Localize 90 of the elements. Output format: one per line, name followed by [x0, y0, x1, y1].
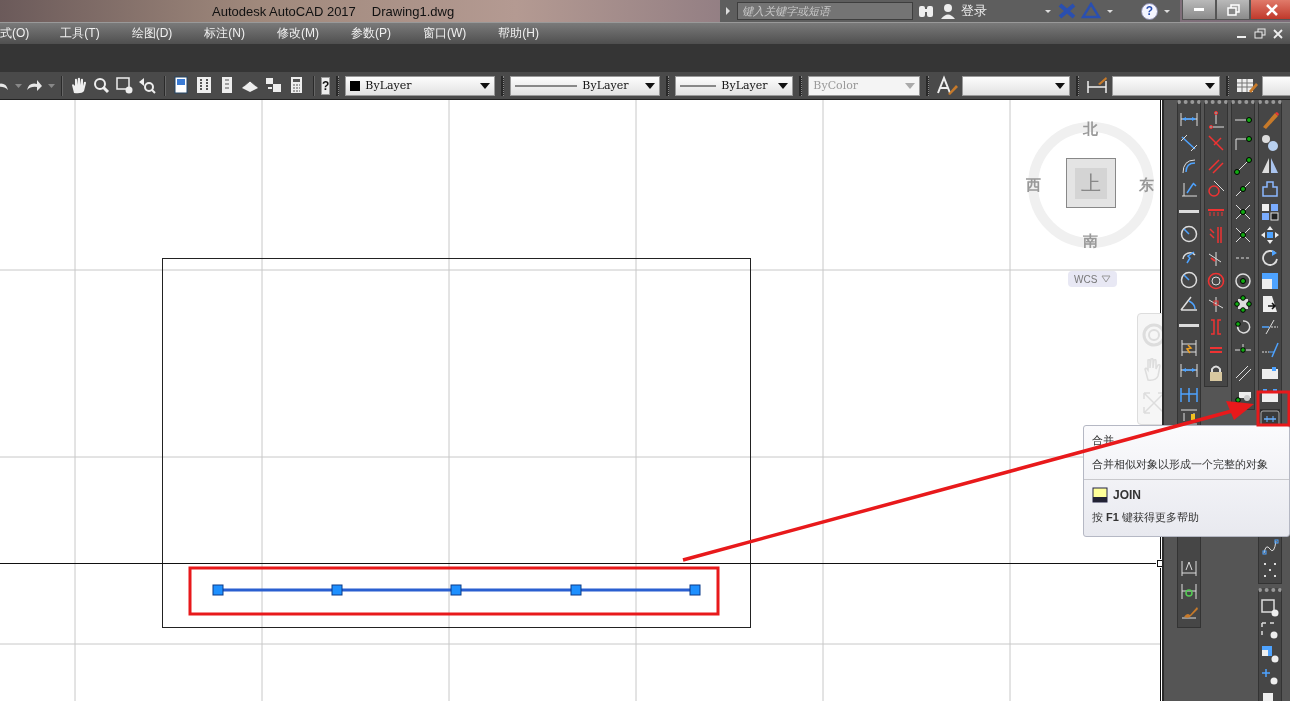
document-name: Drawing1.dwg: [371, 3, 455, 19]
mirror-icon[interactable]: [1260, 156, 1280, 176]
object-snap-icon[interactable]: [1233, 156, 1253, 176]
object-snap-icon[interactable]: [1233, 271, 1253, 291]
baseline-dimension-icon[interactable]: [1179, 338, 1199, 358]
caret-icon: [645, 81, 656, 90]
rotate-icon[interactable]: [1260, 248, 1280, 268]
menu-item[interactable]: 修改(M): [270, 25, 326, 42]
close-icon[interactable]: [1266, 3, 1278, 16]
caret-icon: [778, 81, 789, 90]
menu-item[interactable]: 标注(N): [197, 25, 252, 42]
grip[interactable]: [212, 584, 224, 596]
caret-icon: [905, 81, 916, 90]
move-icon[interactable]: [1260, 225, 1280, 245]
separator-bar: [1179, 324, 1199, 327]
text-style-icon[interactable]: [935, 74, 960, 97]
array-icon[interactable]: [1260, 202, 1280, 222]
stretch-icon[interactable]: [1260, 294, 1280, 314]
circle-dimension-icon[interactable]: [1179, 224, 1199, 244]
window-title: Autodesk AutoCAD 2017: [212, 3, 356, 19]
zoom-extents-icon[interactable]: [1260, 621, 1280, 641]
dropdown[interactable]: ByLayer: [510, 75, 661, 96]
close-icon[interactable]: [1272, 26, 1284, 41]
dropdown[interactable]: ByLayer: [345, 75, 496, 96]
caret-icon: [1205, 81, 1216, 90]
pencil-icon[interactable]: [1260, 110, 1280, 130]
zoom-window-icon[interactable]: [1260, 598, 1280, 618]
dropdown[interactable]: ByLayer: [675, 75, 794, 96]
command-name: JOIN: [1113, 488, 1141, 502]
sign-in-link[interactable]: 登录: [961, 2, 987, 20]
highlight-frame: [1256, 390, 1290, 427]
zoom-previous-icon[interactable]: [138, 75, 158, 96]
dropdown[interactable]: [1112, 75, 1221, 96]
zoom-center-icon[interactable]: [1260, 667, 1280, 687]
caret-icon[interactable]: [15, 83, 22, 88]
tooltip-description: 合并相似对象以形成一个完整的对象: [1092, 457, 1269, 472]
help-button[interactable]: ?: [1141, 2, 1158, 20]
copy-icon[interactable]: [1260, 133, 1280, 153]
trim-icon[interactable]: [1260, 317, 1280, 337]
menu-item[interactable]: 窗口(W): [416, 25, 474, 42]
snap-endpoint-icon[interactable]: [1206, 110, 1226, 130]
color-swatch: [350, 80, 361, 91]
menu-item[interactable]: 工具(T): [53, 25, 107, 42]
spline-edit-icon[interactable]: [1260, 537, 1280, 557]
object-snap-icon[interactable]: [1233, 225, 1253, 245]
snap-center-icon[interactable]: [1206, 271, 1226, 291]
zoom-object-icon[interactable]: [1260, 644, 1280, 664]
grip[interactable]: [450, 584, 462, 596]
ucs-dropdown[interactable]: WCS: [1068, 271, 1118, 287]
caret-icon: [480, 81, 491, 90]
search-field[interactable]: 键入关键字或短语: [737, 2, 913, 20]
separator-bar: [1179, 210, 1199, 213]
hand-icon[interactable]: [69, 75, 89, 96]
offset-icon[interactable]: [1260, 179, 1280, 199]
caret-icon[interactable]: [48, 83, 55, 88]
menu-item[interactable]: 绘图(D): [124, 25, 180, 42]
menu-item[interactable]: 式(O): [0, 25, 37, 42]
zoom-window-icon[interactable]: [115, 75, 135, 96]
menu-item[interactable]: 参数(P): [344, 25, 398, 42]
circle-dimension-icon[interactable]: [1179, 270, 1199, 290]
text-dimension-icon[interactable]: [1179, 558, 1199, 578]
restore-button[interactable]: [1216, 0, 1250, 20]
restore-icon[interactable]: [1226, 3, 1240, 16]
snap-intersection-icon[interactable]: [1206, 294, 1226, 314]
extend-icon[interactable]: [1260, 340, 1280, 360]
object-snap-icon[interactable]: [1233, 294, 1253, 314]
object-snap-icon[interactable]: [1233, 202, 1253, 222]
grip[interactable]: [689, 584, 701, 596]
dropdown[interactable]: [1262, 75, 1290, 96]
scale-icon[interactable]: [1260, 271, 1280, 291]
object-snap-icon[interactable]: [1233, 317, 1253, 337]
restore-icon[interactable]: [1254, 26, 1266, 41]
menu-item[interactable]: 帮助(H): [491, 25, 546, 42]
user-icon: [939, 2, 957, 20]
close-button[interactable]: [1250, 0, 1290, 20]
object-snap-icon[interactable]: [1233, 179, 1253, 199]
zoom-icon[interactable]: [92, 75, 112, 96]
caret-icon: [1055, 81, 1066, 90]
help-button[interactable]: ?: [321, 76, 331, 95]
minimize-button[interactable]: [1182, 0, 1216, 20]
grip[interactable]: [331, 584, 343, 596]
ordinate-dimension-icon[interactable]: [1179, 179, 1199, 199]
grip[interactable]: [570, 584, 582, 596]
object-snap-icon[interactable]: [1233, 363, 1253, 383]
help-hint: 按 F1 键获得更多帮助: [1092, 510, 1200, 525]
aligned-dimension-icon[interactable]: [1179, 133, 1199, 153]
snap-circle-icon[interactable]: [1206, 179, 1226, 199]
dimension-break-icon[interactable]: [1179, 407, 1199, 427]
update-dimension-icon[interactable]: [1179, 581, 1199, 601]
dropdown[interactable]: [962, 75, 1071, 96]
